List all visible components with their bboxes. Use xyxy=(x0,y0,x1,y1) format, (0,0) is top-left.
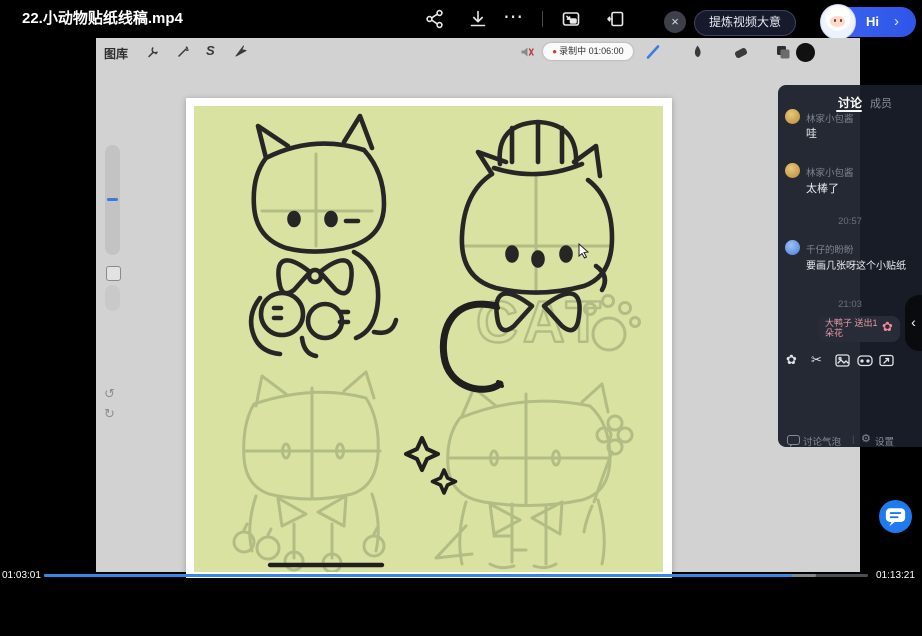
ink-lines xyxy=(251,116,396,356)
flower-icon: ✿ xyxy=(882,319,893,335)
color-swatch[interactable] xyxy=(796,43,815,62)
floating-chat-button[interactable] xyxy=(879,500,912,533)
chat-message: 太棒了 xyxy=(806,180,839,196)
chat-timestamp: 20:57 xyxy=(778,216,922,227)
eraser-tool-icon[interactable] xyxy=(732,44,750,62)
chat-username: 林家小包酱 xyxy=(806,111,854,125)
chat-message: 哇 xyxy=(806,125,817,141)
summarize-video-button[interactable]: 提炼视频大意 xyxy=(694,10,796,36)
recording-status-pill: ●录制中 01:06:00 xyxy=(543,43,633,60)
wrench-icon xyxy=(146,45,160,59)
chevron-right-icon: › xyxy=(894,7,899,36)
record-dot-icon: ● xyxy=(552,47,557,56)
clip-scissors-icon[interactable]: ✂ xyxy=(811,352,822,368)
slider-handle[interactable] xyxy=(107,198,118,201)
chat-bubble-icon xyxy=(787,435,800,445)
more-icon[interactable]: ⋯ xyxy=(503,0,524,38)
cast-screen-icon[interactable] xyxy=(606,9,626,29)
total-time: 01:13:21 xyxy=(876,570,915,581)
top-bar: 22.小动物贴纸线稿.mp4 ⋯ × 提炼视频大意 Hi › xyxy=(0,0,922,38)
avatar[interactable] xyxy=(785,163,800,178)
assistant-face-icon xyxy=(830,16,845,27)
chevron-left-icon: ‹ xyxy=(911,314,916,330)
avatar-eye xyxy=(840,19,842,22)
send-flower-icon[interactable]: ✿ xyxy=(786,352,797,368)
progress-played xyxy=(44,574,792,577)
smudge-tool-icon[interactable] xyxy=(688,43,706,61)
screen: 22.小动物贴纸线稿.mp4 ⋯ × 提炼视频大意 Hi › 图库 xyxy=(0,0,922,636)
muted-speaker-icon[interactable] xyxy=(520,45,534,59)
download-icon[interactable] xyxy=(468,9,488,29)
assistant-label: Hi xyxy=(866,7,879,37)
close-icon[interactable]: × xyxy=(664,11,686,33)
chat-panel: 讨论 成员 林家小包酱 哇 林家小包酱 太棒了 20:57 千仔的盼盼 要画几张… xyxy=(778,85,922,447)
redo-icon[interactable]: ↻ xyxy=(104,406,115,422)
video-title: 22.小动物贴纸线稿.mp4 xyxy=(22,0,183,38)
recording-status: 录制中 01:06:00 xyxy=(559,46,624,56)
tab-members[interactable]: 成员 xyxy=(870,95,892,111)
avatar-eye xyxy=(834,19,836,22)
brush-tool-icon[interactable] xyxy=(644,43,662,61)
adjustments-wand-icon xyxy=(176,45,190,59)
video-frame-drawing-app[interactable]: 图库 S ●录制中 01:06:00 xyxy=(96,38,860,572)
chat-message: 要画几张呀这个小贴纸 xyxy=(806,257,906,272)
selection-icon: S xyxy=(206,43,215,58)
progress-track[interactable] xyxy=(44,574,868,577)
send-image-icon[interactable] xyxy=(835,354,850,367)
canvas-artwork[interactable]: CAT xyxy=(194,106,663,572)
opacity-slider[interactable] xyxy=(105,285,120,311)
cat-line-art: CAT xyxy=(194,106,663,572)
chat-username: 林家小包酱 xyxy=(806,165,854,179)
gear-icon[interactable]: ⚙ xyxy=(861,432,871,445)
panel-collapse-handle[interactable]: ‹ xyxy=(905,295,922,351)
player-controls: 倍速 高清 SVIP 字幕 查找 SVIP xyxy=(0,585,922,636)
current-time: 01:03:01 xyxy=(2,570,41,581)
chat-timestamp: 21:03 xyxy=(778,299,922,310)
layers-icon[interactable] xyxy=(774,43,792,61)
modify-button[interactable] xyxy=(106,266,121,281)
mini-window-icon[interactable] xyxy=(561,9,581,29)
transform-arrow-icon xyxy=(234,44,248,58)
share-icon[interactable] xyxy=(425,9,445,29)
tab-discussion[interactable]: 讨论 xyxy=(838,94,862,111)
discussion-bubbles-toggle[interactable]: 讨论气泡 xyxy=(803,434,841,448)
chat-lines-icon xyxy=(879,500,912,533)
chat-settings[interactable]: 设置 xyxy=(875,434,894,448)
chat-bubble-tail xyxy=(790,444,793,447)
share-bubble-icon[interactable] xyxy=(879,354,894,367)
avatar[interactable] xyxy=(785,240,800,255)
mouse-cursor xyxy=(578,243,590,259)
footer-divider: | xyxy=(852,434,854,445)
divider xyxy=(542,11,543,27)
avatar[interactable] xyxy=(785,109,800,124)
gift-text: 大鸭子 送出1朵花 xyxy=(825,318,885,338)
chat-username: 千仔的盼盼 xyxy=(806,242,854,256)
gallery-button: 图库 xyxy=(104,45,128,62)
interaction-games-icon[interactable] xyxy=(857,354,873,367)
undo-icon[interactable]: ↺ xyxy=(104,386,115,402)
